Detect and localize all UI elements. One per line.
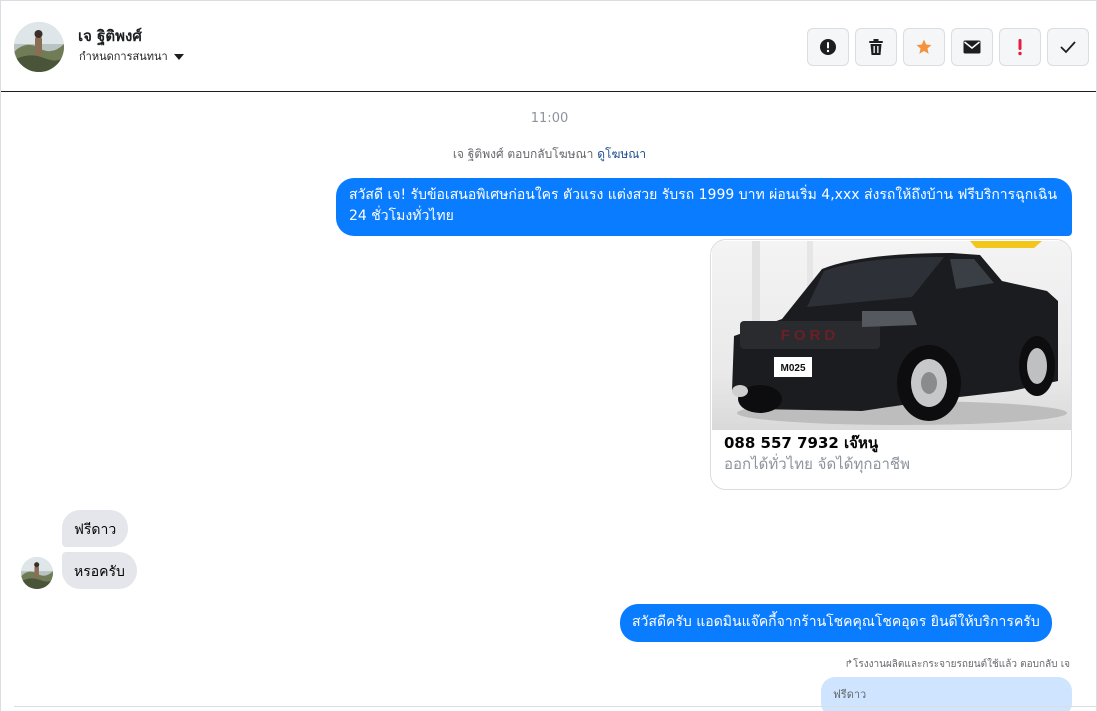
sender-avatar [21,557,53,589]
header-actions [807,28,1089,66]
envelope-icon [963,40,981,54]
view-ad-link[interactable]: ดูโฆษณา [597,147,646,161]
assign-conversation-label: กำหนดการสนทนา [79,50,168,63]
star-button[interactable] [903,28,945,66]
ad-card[interactable]: FORD M025 088 557 7932 เจ๊หนู ออกได้ทั่ว… [710,239,1072,490]
ad-image-pickup-truck: FORD M025 [712,241,1071,430]
checkmark-icon [1060,41,1076,54]
contact-avatar[interactable] [14,22,64,72]
license-plate-text: M025 [780,363,805,374]
ad-card-subtitle: ออกได้ทั่วไทย จัดได้ทุกอาชีพ [724,455,910,473]
outgoing-message: สวัสดี เจ! รับข้อเสนอพิเศษก่อนใคร ตัวแรง… [336,178,1072,236]
star-icon [916,39,932,54]
mark-spam-button[interactable] [807,28,849,66]
outgoing-message: สวัสดีครับ แอดมินแจ๊คกี้จากร้านโชคคุณโชค… [620,604,1052,642]
ad-reply-notice: เจ ฐิติพงศ์ ตอบกลับโฆษณา ดูโฆษณา [1,145,1096,164]
grille-text: FORD [781,327,840,344]
reply-icon: ↱ [844,659,853,670]
alert-circle-icon [820,39,836,55]
conversation-header: เจ ฐิติพงศ์ กำหนดการสนทนา [1,1,1096,92]
incoming-message: หรอครับ [62,552,137,589]
message-timestamp: 11:00 [530,111,569,126]
reply-context-text: โรงงานผลิตและกระจายรถยนต์ใช้แล้ว ตอบกลับ… [852,659,1070,670]
incoming-message: ฟรีดาว [62,510,129,547]
inbox-conversation-pane: เจ ฐิติพงศ์ กำหนดการสนทนา 11:00 เจ ฐิติพ… [0,0,1097,711]
contact-name: เจ ฐิติพงศ์ [78,27,142,45]
trash-icon [869,39,883,55]
delete-button[interactable] [855,28,897,66]
composer-divider [14,706,1096,707]
caret-down-icon [173,53,184,60]
mark-done-button[interactable] [1047,28,1089,66]
assign-conversation-dropdown[interactable]: กำหนดการสนทนา [79,47,184,65]
exclamation-icon [1018,39,1022,56]
ad-reply-text: เจ ฐิติพงศ์ ตอบกลับโฆษณา [452,147,594,161]
reply-context-note: ↱โรงงานผลิตและกระจายรถยนต์ใช้แล้ว ตอบกลั… [845,657,1070,672]
important-button[interactable] [999,28,1041,66]
mark-unread-button[interactable] [951,28,993,66]
